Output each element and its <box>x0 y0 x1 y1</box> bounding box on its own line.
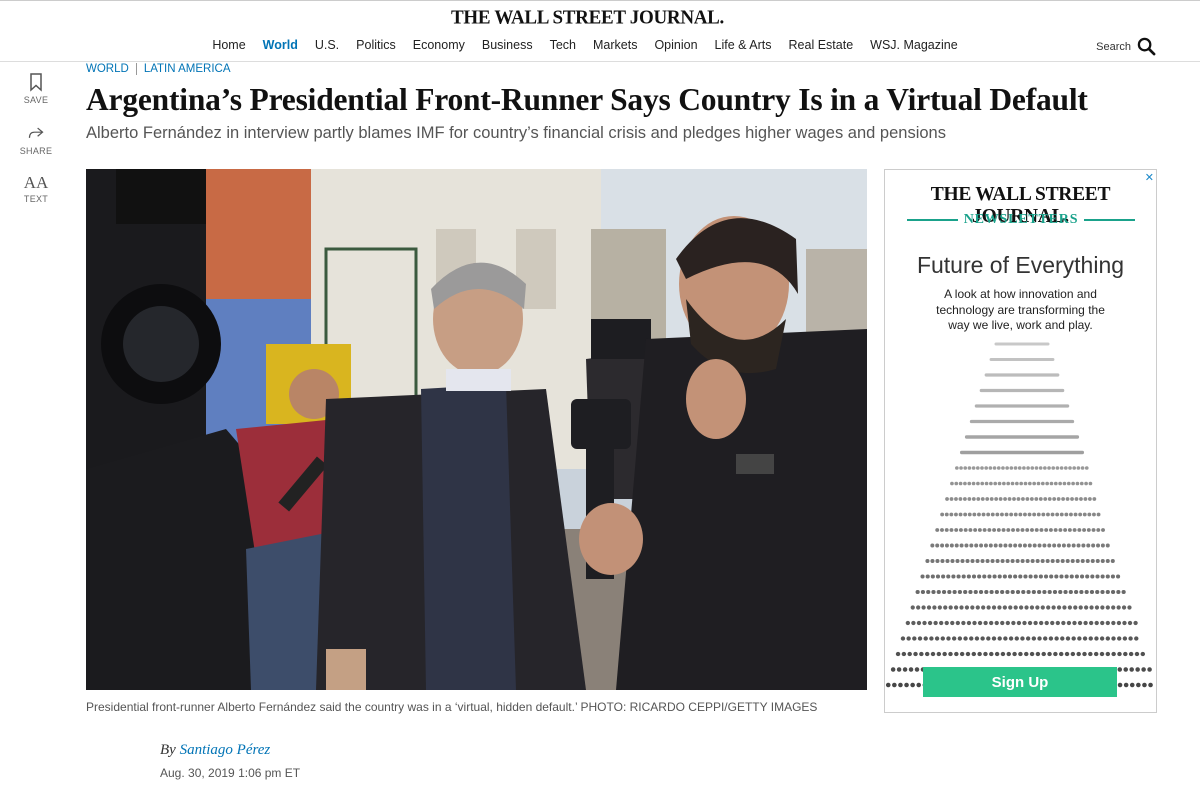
breadcrumb-latin-america[interactable]: LATIN AMERICA <box>144 63 231 75</box>
nav-real-estate[interactable]: Real Estate <box>780 38 862 52</box>
article-dek: Alberto Fernández in interview partly bl… <box>86 124 946 142</box>
share-arrow-icon <box>28 127 44 138</box>
share-button[interactable]: SHARE <box>18 123 54 156</box>
save-button[interactable]: SAVE <box>18 72 54 105</box>
search-label: Search <box>1096 40 1131 53</box>
breadcrumb: WORLD LATIN AMERICA <box>86 63 231 75</box>
nav-economy[interactable]: Economy <box>404 38 473 52</box>
dot-pyramid-graphic <box>885 342 1156 688</box>
nav-business[interactable]: Business <box>473 38 541 52</box>
author-link[interactable]: Santiago Pérez <box>180 742 271 758</box>
nav-life-arts[interactable]: Life & Arts <box>706 38 780 52</box>
sign-up-button[interactable]: Sign Up <box>923 667 1117 697</box>
nav-us[interactable]: U.S. <box>306 38 347 52</box>
breadcrumb-world[interactable]: WORLD <box>86 63 129 75</box>
article-photo[interactable] <box>86 169 867 690</box>
ad-newsletters-label: NEWSLETTERS <box>963 212 1079 227</box>
save-label: SAVE <box>23 95 49 105</box>
photo-caption: Presidential front-runner Alberto Fernán… <box>86 700 818 714</box>
bookmark-icon <box>30 73 42 92</box>
article-headline: Argentina’s Presidential Front-Runner Sa… <box>86 82 1088 117</box>
nav-politics[interactable]: Politics <box>348 38 405 52</box>
nav-markets[interactable]: Markets <box>585 38 646 52</box>
text-size-icon: AA <box>23 173 49 192</box>
share-label: SHARE <box>19 146 53 156</box>
site-header: THE WALL STREET JOURNAL. Home World U.S.… <box>0 0 1200 62</box>
text-label: TEXT <box>23 194 49 204</box>
ad-rule-left <box>907 219 958 221</box>
search-button[interactable]: Search <box>1096 37 1156 56</box>
nav-tech[interactable]: Tech <box>541 38 584 52</box>
publish-date: Aug. 30, 2019 1:06 pm ET <box>160 766 301 780</box>
nav-world[interactable]: World <box>254 38 306 52</box>
text-size-button[interactable]: AA TEXT <box>18 174 54 204</box>
ad-newsletters-label-row: NEWSLETTERS <box>907 212 1135 228</box>
ad-choices-icon[interactable]: ✕ <box>1145 171 1154 184</box>
breadcrumb-divider <box>135 63 137 75</box>
nav-opinion[interactable]: Opinion <box>646 38 706 52</box>
wsj-logo[interactable]: THE WALL STREET JOURNAL. <box>0 6 1175 29</box>
ad-subtitle: A look at how innovation and technology … <box>936 287 1105 332</box>
nav-wsj-magazine[interactable]: WSJ. Magazine <box>862 38 967 52</box>
nav-home[interactable]: Home <box>204 38 254 52</box>
magnifier-icon <box>1137 37 1156 56</box>
ad-rule-right <box>1084 219 1135 221</box>
byline-prefix: By <box>160 742 176 758</box>
press-scrum-photo <box>86 169 867 690</box>
byline: By Santiago Pérez <box>160 742 270 759</box>
ad-title: Future of Everything <box>916 252 1125 278</box>
newsletter-ad[interactable]: ✕ THE WALL STREET JOURNAL. NEWSLETTERS F… <box>884 169 1157 713</box>
main-nav: Home World U.S. Politics Economy Busines… <box>0 38 1170 52</box>
article-tools: SAVE SHARE AA TEXT <box>18 72 54 222</box>
